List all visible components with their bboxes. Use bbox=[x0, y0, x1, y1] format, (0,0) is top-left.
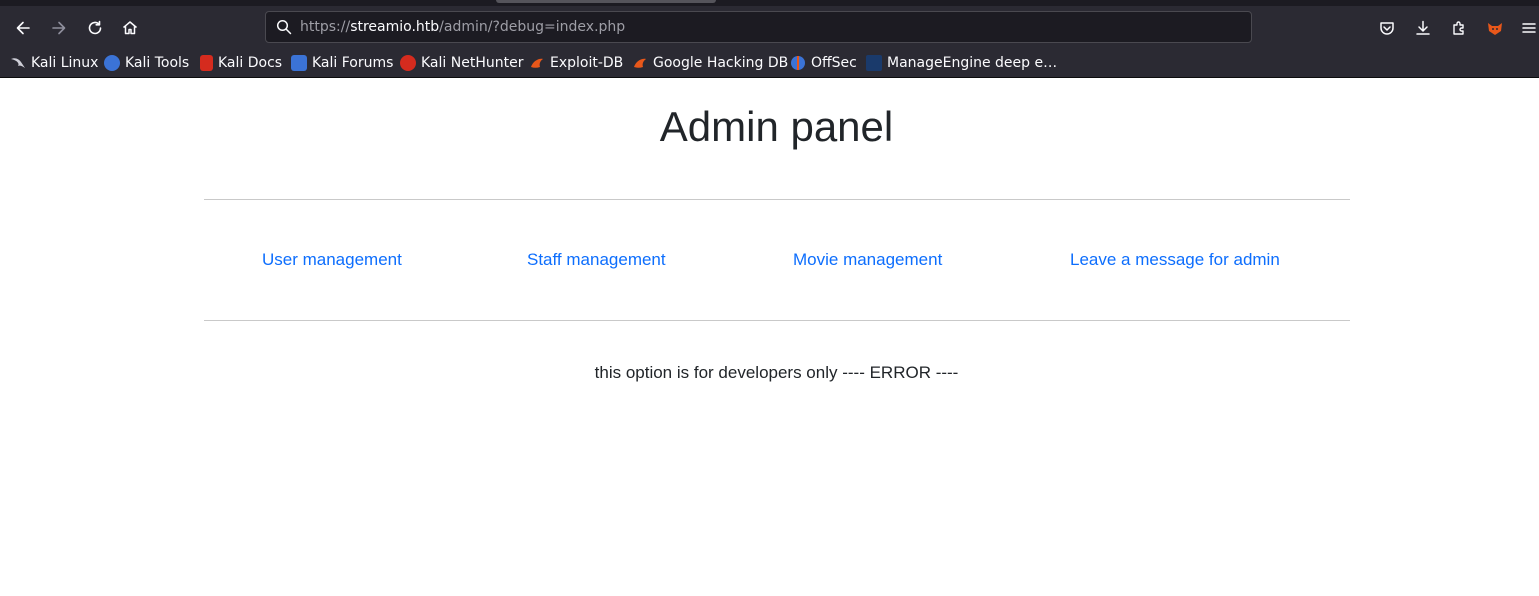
leave-message-link[interactable]: Leave a message for admin bbox=[1070, 250, 1280, 270]
bookmark-google-hacking-db[interactable]: Google Hacking DB bbox=[632, 54, 788, 72]
bookmark-kali-nethunter[interactable]: Kali NetHunter bbox=[400, 54, 523, 72]
kali-forums-icon bbox=[291, 55, 307, 71]
kali-nethunter-icon bbox=[400, 55, 416, 71]
exploit-db-icon bbox=[531, 58, 543, 68]
arrow-left-icon bbox=[16, 21, 30, 35]
url-scheme: https:// bbox=[300, 19, 351, 35]
bookmark-label: OffSec bbox=[811, 55, 857, 71]
bookmark-label: ManageEngine deep e… bbox=[887, 55, 1058, 71]
url-host: streamio.htb bbox=[350, 19, 440, 35]
bookmarks-toolbar: Kali Linux Kali Tools Kali Docs Kali For… bbox=[0, 48, 1539, 78]
home-icon bbox=[123, 21, 137, 35]
bookmark-label: Kali NetHunter bbox=[421, 55, 524, 71]
staff-management-link[interactable]: Staff management bbox=[527, 250, 666, 270]
offsec-icon bbox=[791, 56, 805, 70]
foxyproxy-button[interactable] bbox=[1483, 16, 1507, 40]
ghdb-icon bbox=[634, 58, 646, 68]
manageengine-icon bbox=[866, 55, 882, 71]
address-bar[interactable]: https://streamio.htb/admin/?debug=index.… bbox=[265, 11, 1252, 43]
app-menu-button[interactable] bbox=[1517, 16, 1539, 40]
kali-tools-icon bbox=[104, 55, 120, 71]
arrow-right-icon bbox=[52, 21, 66, 35]
pocket-button[interactable] bbox=[1375, 16, 1399, 40]
puzzle-icon bbox=[1453, 21, 1464, 35]
download-icon bbox=[1416, 20, 1430, 35]
navigation-toolbar: https://streamio.htb/admin/?debug=index.… bbox=[0, 6, 1539, 48]
page-content: Admin panel User management Staff manage… bbox=[0, 79, 1539, 596]
divider-top bbox=[204, 199, 1350, 200]
bookmark-kali-docs[interactable]: Kali Docs bbox=[200, 54, 282, 72]
bookmark-label: Kali Linux bbox=[31, 55, 99, 71]
reload-icon bbox=[88, 20, 102, 35]
kali-docs-icon bbox=[200, 55, 213, 71]
bookmark-label: Kali Forums bbox=[312, 55, 394, 71]
bookmark-kali-forums[interactable]: Kali Forums bbox=[291, 54, 393, 72]
movie-management-link[interactable]: Movie management bbox=[793, 250, 942, 270]
bookmark-manageengine[interactable]: ManageEngine deep e… bbox=[866, 54, 1057, 72]
fox-icon bbox=[1488, 23, 1502, 35]
user-management-link[interactable]: User management bbox=[262, 250, 402, 270]
bookmark-offsec[interactable]: OffSec bbox=[790, 54, 857, 72]
extensions-button[interactable] bbox=[1447, 16, 1471, 40]
pocket-icon bbox=[1380, 22, 1394, 35]
active-tab-indicator[interactable] bbox=[496, 0, 716, 3]
bookmark-label: Exploit-DB bbox=[550, 55, 624, 71]
page-title: Admin panel bbox=[659, 103, 894, 150]
bookmark-kali-tools[interactable]: Kali Tools bbox=[104, 54, 189, 72]
url-text[interactable]: https://streamio.htb/admin/?debug=index.… bbox=[300, 19, 625, 35]
back-button[interactable] bbox=[11, 16, 35, 40]
forward-button[interactable] bbox=[47, 16, 71, 40]
divider-bottom bbox=[204, 320, 1350, 321]
hamburger-menu-icon bbox=[1522, 23, 1536, 33]
reload-button[interactable] bbox=[83, 16, 107, 40]
debug-error-message: this option is for developers only ---- … bbox=[594, 363, 959, 382]
bookmark-label: Kali Tools bbox=[125, 55, 190, 71]
url-path: /admin/?debug=index.php bbox=[439, 19, 626, 35]
home-button[interactable] bbox=[118, 16, 142, 40]
bookmark-exploit-db[interactable]: Exploit-DB bbox=[529, 54, 623, 72]
search-icon bbox=[276, 19, 292, 35]
bookmark-label: Google Hacking DB bbox=[653, 55, 789, 71]
kali-dragon-icon bbox=[11, 58, 25, 68]
downloads-button[interactable] bbox=[1411, 16, 1435, 40]
bookmark-kali-linux[interactable]: Kali Linux bbox=[10, 54, 98, 72]
bookmark-label: Kali Docs bbox=[218, 55, 283, 71]
